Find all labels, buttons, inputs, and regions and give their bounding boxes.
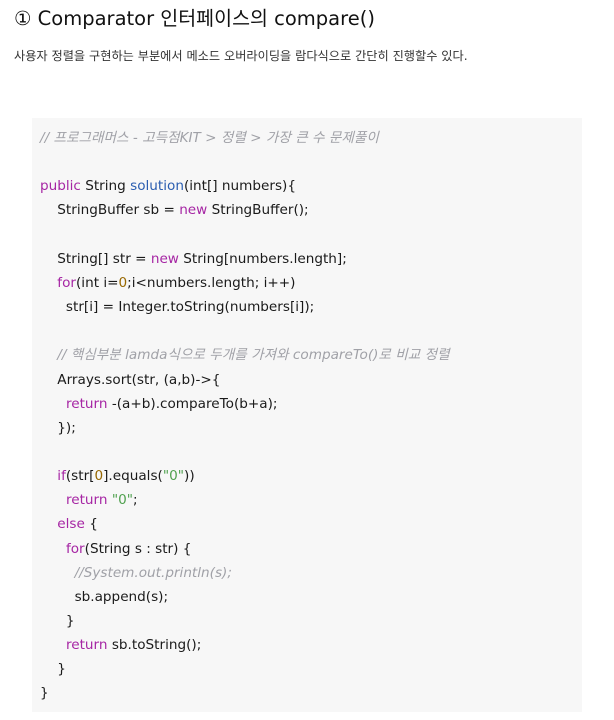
code-token-plain: Arrays.sort(str, (a,b)->{ <box>40 371 221 388</box>
code-token-plain: ;i<numbers.length; i++) <box>127 274 296 291</box>
code-token-plain: StringBuffer(); <box>207 202 309 219</box>
code-token-plain: (String s : str) { <box>84 540 192 557</box>
code-token-plain: StringBuffer sb = <box>40 202 180 219</box>
code-line: // 핵심부분 lamda식으로 두개를 가져와 compareTo()로 비교… <box>40 343 450 367</box>
code-line: String[] str = new String[numbers.length… <box>40 247 347 271</box>
code-line: return "0"; <box>40 488 138 512</box>
code-token-comment: // 핵심부분 lamda식으로 두개를 가져와 compareTo()로 비교… <box>40 347 450 364</box>
code-line: } <box>40 657 66 681</box>
code-token-plain: String[] str = <box>40 250 151 267</box>
code-token-keyword: new <box>150 250 179 267</box>
code-line: Arrays.sort(str, (a,b)->{ <box>40 368 220 392</box>
code-line: StringBuffer sb = new StringBuffer(); <box>40 198 309 222</box>
code-token-plain: (int[] numbers){ <box>183 178 297 195</box>
code-line: for(int i=0;i<numbers.length; i++) <box>40 271 295 295</box>
code-token-plain: -(a+b).compareTo(b+a); <box>107 395 278 412</box>
code-token-plain: (str[ <box>65 468 95 485</box>
section-description: 사용자 정렬을 구현하는 부분에서 메소드 오버라이딩을 람다식으로 간단히 진… <box>14 49 468 63</box>
code-line: sb.append(s); <box>40 585 169 609</box>
code-token-string: "0" <box>162 468 185 485</box>
code-token-keyword: return <box>65 395 108 412</box>
code-line: public String solution(int[] numbers){ <box>40 174 296 198</box>
code-token-plain: } <box>40 613 75 629</box>
code-token-plain: ].equals( <box>103 468 163 485</box>
code-token-keyword: for <box>65 540 85 557</box>
code-token-plain: sb.append(s); <box>40 588 169 605</box>
code-token-keyword: return <box>65 492 108 509</box>
code-token-number: 0 <box>118 274 128 291</box>
code-token-plain: String[numbers.length]; <box>178 250 347 267</box>
code-token-keyword: else <box>57 516 85 533</box>
code-token-comment: //System.out.println(s); <box>40 564 232 581</box>
code-line: } <box>40 681 49 705</box>
code-line: return -(a+b).compareTo(b+a); <box>40 392 278 416</box>
code-token-plain: } <box>40 661 66 678</box>
code-token-keyword: new <box>179 202 208 219</box>
code-line: // 프로그래머스 - 고득점KIT > 정렬 > 가장 큰 수 문제풀이 <box>40 126 379 150</box>
code-token-plain: }); <box>40 419 76 436</box>
code-line: return sb.toString(); <box>40 633 201 657</box>
code-token-plain: str[i] = Integer.toString(numbers[i]); <box>40 299 315 316</box>
code-token-plain: String <box>80 178 131 195</box>
code-token-plain: sb.toString(); <box>107 637 202 654</box>
code-token-keyword: public <box>40 178 81 195</box>
code-token-number: 0 <box>94 468 104 485</box>
code-line: str[i] = Integer.toString(numbers[i]); <box>40 295 314 319</box>
section-heading: ① Comparator 인터페이스의 compare() <box>14 7 375 30</box>
code-line: //System.out.println(s); <box>40 561 232 585</box>
code-token-func: solution <box>130 178 184 195</box>
code-token-string: "0" <box>111 492 133 509</box>
code-token-plain: (int i= <box>76 274 119 291</box>
code-token-plain: } <box>40 685 49 702</box>
code-line: else { <box>40 512 98 536</box>
code-token-keyword: if <box>57 468 66 485</box>
code-line: for(String s : str) { <box>40 537 191 561</box>
code-line: if(str[0].equals("0")) <box>40 464 195 488</box>
code-token-plain: { <box>84 516 98 533</box>
code-block: // 프로그래머스 - 고득점KIT > 정렬 > 가장 큰 수 문제풀이 pub… <box>32 118 582 712</box>
code-token-comment: // 프로그래머스 - 고득점KIT > 정렬 > 가장 큰 수 문제풀이 <box>40 130 379 146</box>
code-line: }); <box>40 416 76 440</box>
code-token-plain: ; <box>133 492 138 509</box>
code-line: } <box>40 609 75 633</box>
code-token-plain: )) <box>184 468 195 485</box>
code-token-keyword: for <box>57 274 76 291</box>
code-token-keyword: return <box>65 637 108 654</box>
